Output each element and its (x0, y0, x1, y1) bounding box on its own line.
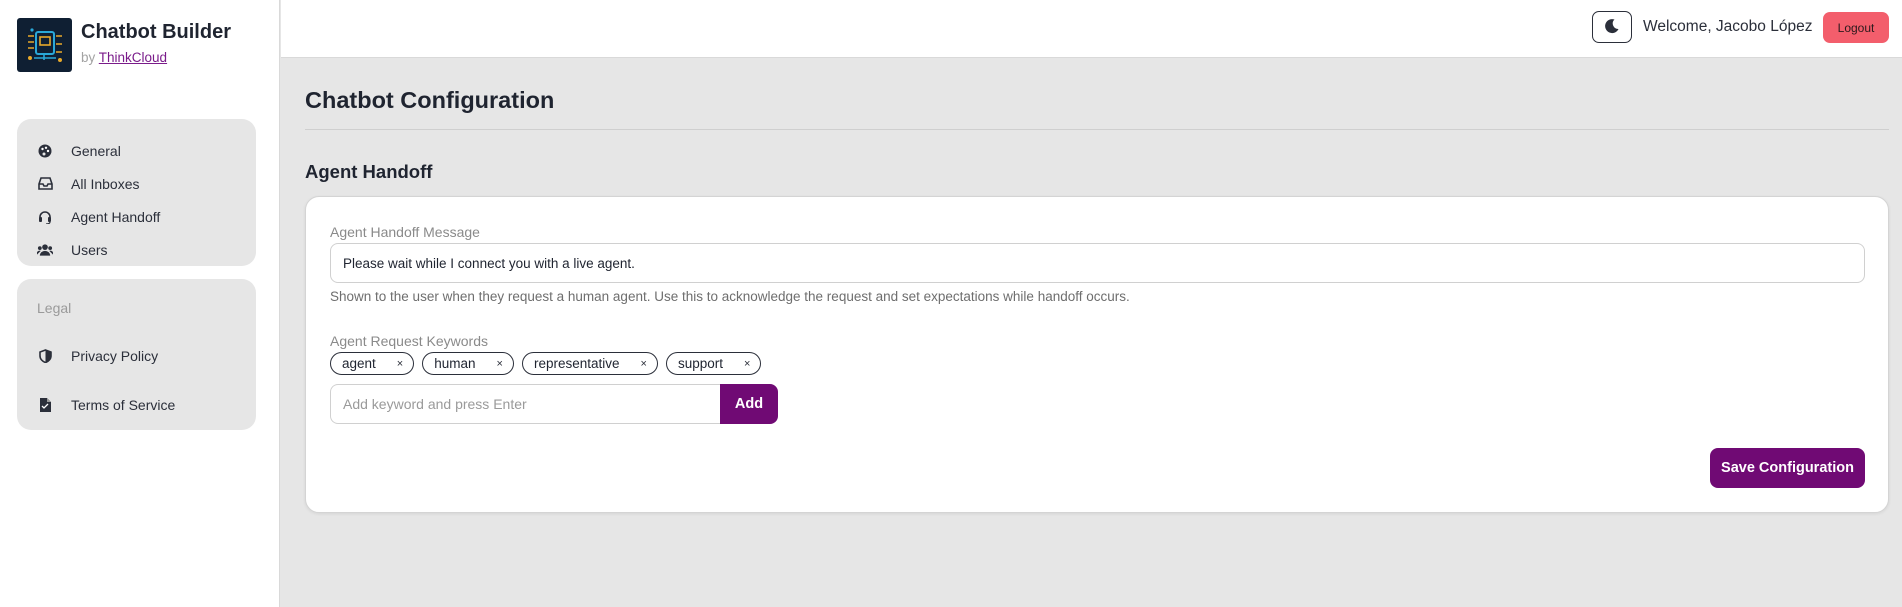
save-configuration-button[interactable]: Save Configuration (1710, 448, 1865, 488)
handoff-message-label: Agent Handoff Message (330, 224, 480, 240)
sidebar-item-label: Terms of Service (71, 396, 176, 413)
sidebar-item-label: All Inboxes (71, 175, 140, 192)
moon-icon (1604, 18, 1620, 37)
remove-keyword-icon[interactable]: × (744, 358, 750, 370)
keyword-chip: representative × (521, 352, 658, 375)
page-title: Chatbot Configuration (305, 87, 555, 113)
sidebar: Chatbot Builder by ThinkCloud General Al… (0, 0, 280, 607)
section-title: Agent Handoff (305, 161, 433, 182)
keyword-input[interactable] (330, 384, 720, 424)
legal-heading: Legal (37, 300, 72, 316)
sidebar-item-label: General (71, 142, 121, 159)
remove-keyword-icon[interactable]: × (641, 358, 647, 370)
add-keyword-button[interactable]: Add (720, 384, 778, 424)
sidebar-nav: General All Inboxes Agent Handoff Users (17, 119, 256, 266)
keyword-chips: agent × human × representative × support… (330, 352, 769, 375)
remove-keyword-icon[interactable]: × (497, 358, 503, 370)
top-header: Welcome, Jacobo López Logout (281, 0, 1902, 58)
app-logo-icon (17, 18, 72, 72)
logout-button[interactable]: Logout (1823, 12, 1889, 43)
handoff-message-input[interactable] (330, 243, 1865, 283)
keyword-chip: human × (422, 352, 514, 375)
theme-toggle-button[interactable] (1592, 11, 1632, 43)
keyword-chip-label: agent (342, 356, 376, 371)
keyword-chip-label: representative (533, 356, 620, 371)
byline-prefix: by (81, 50, 96, 65)
keyword-chip: support × (665, 352, 762, 375)
document-icon (37, 397, 53, 413)
app-byline: by ThinkCloud (81, 50, 231, 65)
headset-icon (37, 209, 53, 225)
palette-icon (37, 143, 53, 159)
keyword-chip-label: support (677, 356, 723, 371)
remove-keyword-icon[interactable]: × (397, 358, 403, 370)
sidebar-legal: Legal Privacy Policy Terms of Service (17, 279, 256, 430)
users-icon (37, 242, 53, 258)
sidebar-item-label: Agent Handoff (71, 208, 161, 225)
keyword-chip: agent × (330, 352, 415, 375)
sidebar-item-terms-of-service[interactable]: Terms of Service (17, 380, 256, 429)
sidebar-item-agent-handoff[interactable]: Agent Handoff (17, 200, 256, 233)
keywords-label: Agent Request Keywords (330, 333, 488, 349)
shield-icon (37, 348, 53, 364)
inbox-icon (37, 176, 53, 192)
keyword-chip-label: human (434, 356, 476, 371)
brand: Chatbot Builder by ThinkCloud (17, 18, 231, 72)
agent-handoff-card: Agent Handoff Message Shown to the user … (305, 196, 1889, 513)
sidebar-item-users[interactable]: Users (17, 233, 256, 266)
sidebar-item-label: Privacy Policy (71, 347, 159, 364)
sidebar-item-label: Users (71, 241, 108, 258)
sidebar-item-privacy-policy[interactable]: Privacy Policy (17, 331, 256, 380)
title-divider (305, 129, 1889, 130)
welcome-text: Welcome, Jacobo López (1643, 18, 1813, 35)
app-title: Chatbot Builder (81, 21, 231, 43)
sidebar-item-general[interactable]: General (17, 134, 256, 167)
thinkcloud-link[interactable]: ThinkCloud (99, 50, 167, 65)
handoff-message-help: Shown to the user when they request a hu… (330, 289, 1130, 304)
sidebar-item-all-inboxes[interactable]: All Inboxes (17, 167, 256, 200)
